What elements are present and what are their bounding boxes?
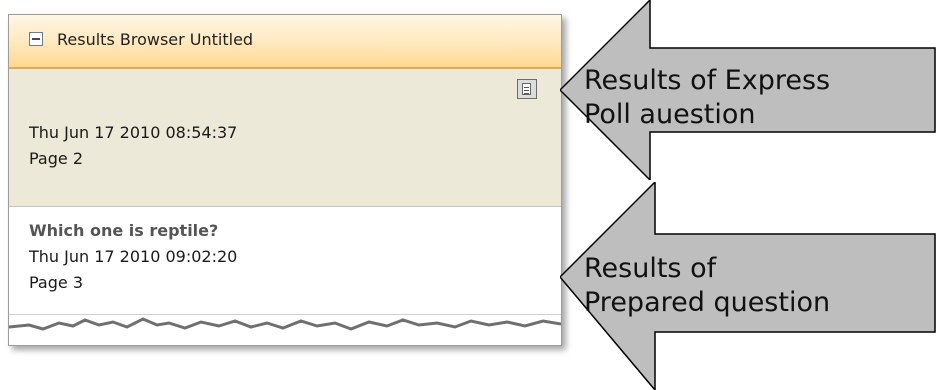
callout-line: Poll auestion xyxy=(584,99,756,130)
results-browser-header[interactable]: Results Browser Untitled xyxy=(9,15,561,69)
callout-text-prepared-question: Results of Prepared question xyxy=(584,252,830,320)
result-item-express-poll[interactable]: Thu Jun 17 2010 08:54:37 Page 2 xyxy=(9,69,561,207)
callout-line: Results of Express xyxy=(584,65,831,96)
callout-text-express-poll: Results of Express Poll auestion xyxy=(584,64,830,132)
callout-line: Prepared question xyxy=(584,287,831,318)
callout-line: Results of xyxy=(584,253,717,284)
result-item-prepared-question[interactable]: Which one is reptile? Thu Jun 17 2010 09… xyxy=(9,207,561,315)
results-browser-title: Results Browser Untitled xyxy=(57,30,254,49)
result-item-date: Thu Jun 17 2010 09:02:20 xyxy=(29,247,238,266)
result-item-title: Which one is reptile? xyxy=(29,221,219,240)
results-browser-panel: Results Browser Untitled Thu Jun 17 2010… xyxy=(8,14,562,346)
notes-icon[interactable] xyxy=(517,79,537,99)
result-item-date: Thu Jun 17 2010 08:54:37 xyxy=(29,123,238,142)
result-item-page: Page 2 xyxy=(29,149,83,168)
collapse-icon[interactable] xyxy=(29,32,43,46)
result-item-page: Page 3 xyxy=(29,273,83,292)
torn-edge-decoration xyxy=(9,317,561,345)
